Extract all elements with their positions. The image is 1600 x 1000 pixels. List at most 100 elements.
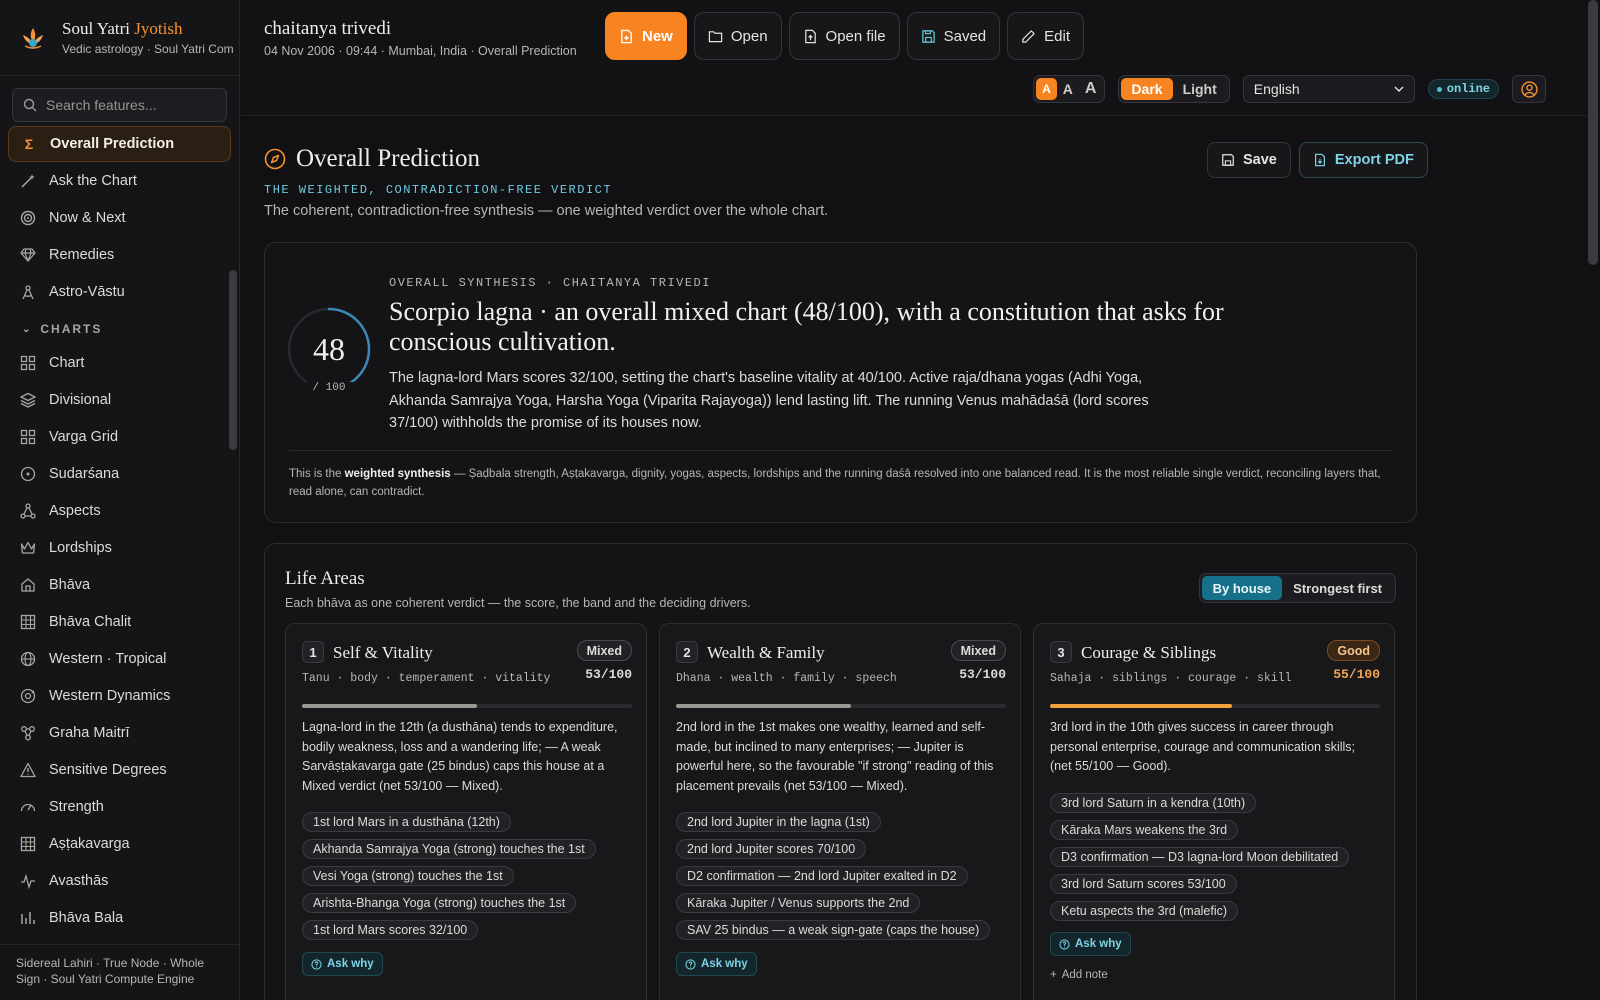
sidebar-item-bhava[interactable]: Bhāva <box>0 566 239 603</box>
driver-chip: 3rd lord Saturn scores 53/100 <box>1050 874 1237 894</box>
sidebar-item-western-tropical[interactable]: Western · Tropical <box>0 640 239 677</box>
house-card-2: 2 Wealth & Family Dhana · wealth · famil… <box>659 623 1021 1000</box>
driver-chips: 3rd lord Saturn in a kendra (10th) Kārak… <box>1050 793 1350 921</box>
sidebar-item-aspects[interactable]: Aspects <box>0 492 239 529</box>
warning-icon <box>20 762 36 778</box>
new-button[interactable]: New <box>605 12 687 60</box>
life-areas-title: Life Areas <box>285 568 365 589</box>
gem-icon <box>20 247 36 263</box>
house-verdict: 3rd lord in the 10th gives success in ca… <box>1050 720 1356 773</box>
folder-icon <box>708 30 723 42</box>
open-file-button[interactable]: Open file <box>788 12 900 60</box>
house-number: 1 <box>302 641 324 663</box>
driver-chip: 3rd lord Saturn in a kendra (10th) <box>1050 793 1257 813</box>
sidebar-item-strength[interactable]: Strength <box>0 788 239 825</box>
life-areas-subtitle: Each bhāva as one coherent verdict — the… <box>285 596 751 610</box>
driver-chip: Vesi Yoga (strong) touches the 1st <box>302 866 514 886</box>
sort-by-house-option[interactable]: By house <box>1201 576 1283 600</box>
sidebar-item-astro-vastu[interactable]: Astro-Vāstu <box>0 273 239 310</box>
language-select[interactable]: English <box>1242 75 1415 103</box>
sidebar-item-ask-the-chart[interactable]: Ask the Chart <box>0 162 239 199</box>
house-score: 55/100 <box>1333 667 1380 682</box>
export-pdf-button[interactable]: Export PDF <box>1298 142 1428 178</box>
charts-section-header[interactable]: ⌄ CHARTS <box>0 314 239 344</box>
ask-why-button[interactable]: Ask why <box>1050 932 1131 956</box>
sidebar-item-graha-maitri[interactable]: Graha Maitrī <box>0 714 239 751</box>
sort-toggle: By house Strongest first <box>1198 573 1396 603</box>
sidebar-item-sensitive-degrees[interactable]: Sensitive Degrees <box>0 751 239 788</box>
band-badge: Mixed <box>576 640 632 661</box>
sidebar-item-avasthas[interactable]: Avasthās <box>0 862 239 899</box>
file-pdf-icon <box>1314 153 1325 167</box>
font-size-small[interactable]: A <box>1036 78 1057 100</box>
wand-icon <box>20 173 36 189</box>
sidebar-item-varga-grid[interactable]: Varga Grid <box>0 418 239 455</box>
house-verdict: 2nd lord in the 1st makes one wealthy, l… <box>676 720 994 793</box>
score-bar <box>302 704 632 708</box>
sidebar-item-western-dynamics[interactable]: Western Dynamics <box>0 677 239 714</box>
saved-button[interactable]: Saved <box>906 12 1001 60</box>
brand[interactable]: Soul Yatri Jyotish Vedic astrology · Sou… <box>0 0 239 76</box>
bar-chart-icon <box>20 910 36 926</box>
house-number: 2 <box>676 641 698 663</box>
search-placeholder: Search features... <box>46 97 157 113</box>
driver-chip: D3 confirmation — D3 lagna-lord Moon deb… <box>1050 847 1350 867</box>
driver-chip: Kāraka Mars weakens the 3rd <box>1050 820 1239 840</box>
house-title: Wealth & Family <box>707 643 825 662</box>
house-card-1: 1 Self & Vitality Tanu · body · temperam… <box>285 623 647 1000</box>
driver-chip: SAV 25 bindus — a weak sign-gate (caps t… <box>676 920 991 940</box>
theme-dark-option[interactable]: Dark <box>1121 78 1173 100</box>
font-size-large[interactable]: A <box>1079 78 1103 100</box>
ask-why-button[interactable]: Ask why <box>302 952 383 976</box>
house-score: 53/100 <box>959 667 1006 682</box>
add-note-button[interactable]: + Add note <box>1050 969 1108 981</box>
synthesis-kicker: OVERALL SYNTHESIS · CHAITANYA TRIVEDI <box>389 276 711 290</box>
driver-chip: 1st lord Mars scores 32/100 <box>302 920 479 940</box>
house-keywords: Sahaja · siblings · courage · skill <box>1050 672 1292 685</box>
sidebar-item-remedies[interactable]: Remedies <box>0 236 239 273</box>
table-icon <box>20 614 36 630</box>
main-scrollbar[interactable] <box>1588 0 1598 265</box>
globe-icon <box>20 651 36 667</box>
font-size-medium[interactable]: A <box>1057 78 1079 100</box>
sidebar-item-sudarsana[interactable]: Sudarśana <box>0 455 239 492</box>
sort-strongest-first-option[interactable]: Strongest first <box>1282 576 1393 600</box>
sidebar-item-overall-prediction[interactable]: Σ Overall Prediction <box>8 126 231 162</box>
sidebar-item-astakavarga[interactable]: Aṣṭakavarga <box>0 825 239 862</box>
page-description: The coherent, contradiction-free synthes… <box>264 203 829 219</box>
ask-why-button[interactable]: Ask why <box>676 952 757 976</box>
theme-switcher: Dark Light <box>1118 75 1230 103</box>
compass-icon <box>264 148 286 170</box>
help-circle-icon <box>685 958 696 970</box>
edit-button[interactable]: Edit <box>1007 12 1084 60</box>
search-icon <box>23 98 37 112</box>
house-keywords: Tanu · body · temperament · vitality <box>302 672 551 685</box>
pulse-icon <box>20 873 36 889</box>
sidebar-item-now-next[interactable]: Now & Next <box>0 199 239 236</box>
user-account-button[interactable] <box>1512 75 1546 103</box>
house-number: 3 <box>1050 641 1072 663</box>
page-header: Overall Prediction THE WEIGHTED, CONTRAD… <box>264 145 828 219</box>
house-title: Courage & Siblings <box>1081 643 1217 662</box>
sidebar-item-lordships[interactable]: Lordships <box>0 529 239 566</box>
sidebar-item-divisional[interactable]: Divisional <box>0 381 239 418</box>
open-button[interactable]: Open <box>693 12 782 60</box>
sidebar-item-chart[interactable]: Chart <box>0 344 239 381</box>
synthesis-headline: Scorpio lagna · an overall mixed chart (… <box>389 297 1224 356</box>
synthesis-body: The lagna-lord Mars scores 32/100, setti… <box>389 370 1149 431</box>
display-controls: A A A Dark Light English online <box>1033 75 1546 103</box>
theme-light-option[interactable]: Light <box>1173 78 1227 100</box>
crown-icon <box>20 540 36 556</box>
save-button[interactable]: Save <box>1207 142 1291 178</box>
sidebar-scrollbar[interactable] <box>229 270 237 450</box>
divider <box>289 450 1392 451</box>
toolbar: New Open Open file Saved Edit <box>605 12 1084 60</box>
page-actions: Save Export PDF <box>1207 142 1428 178</box>
sidebar-item-bhava-bala[interactable]: Bhāva Bala <box>0 899 239 936</box>
driver-chip: 2nd lord Jupiter in the lagna (1st) <box>676 812 881 832</box>
search-input[interactable]: Search features... <box>12 88 227 122</box>
sidebar-item-bhava-chalit[interactable]: Bhāva Chalit <box>0 603 239 640</box>
overall-synthesis-card: 48 / 100 OVERALL SYNTHESIS · CHAITANYA T… <box>264 242 1417 523</box>
sidebar: Soul Yatri Jyotish Vedic astrology · Sou… <box>0 0 240 1000</box>
score-bar-fill <box>302 704 477 708</box>
